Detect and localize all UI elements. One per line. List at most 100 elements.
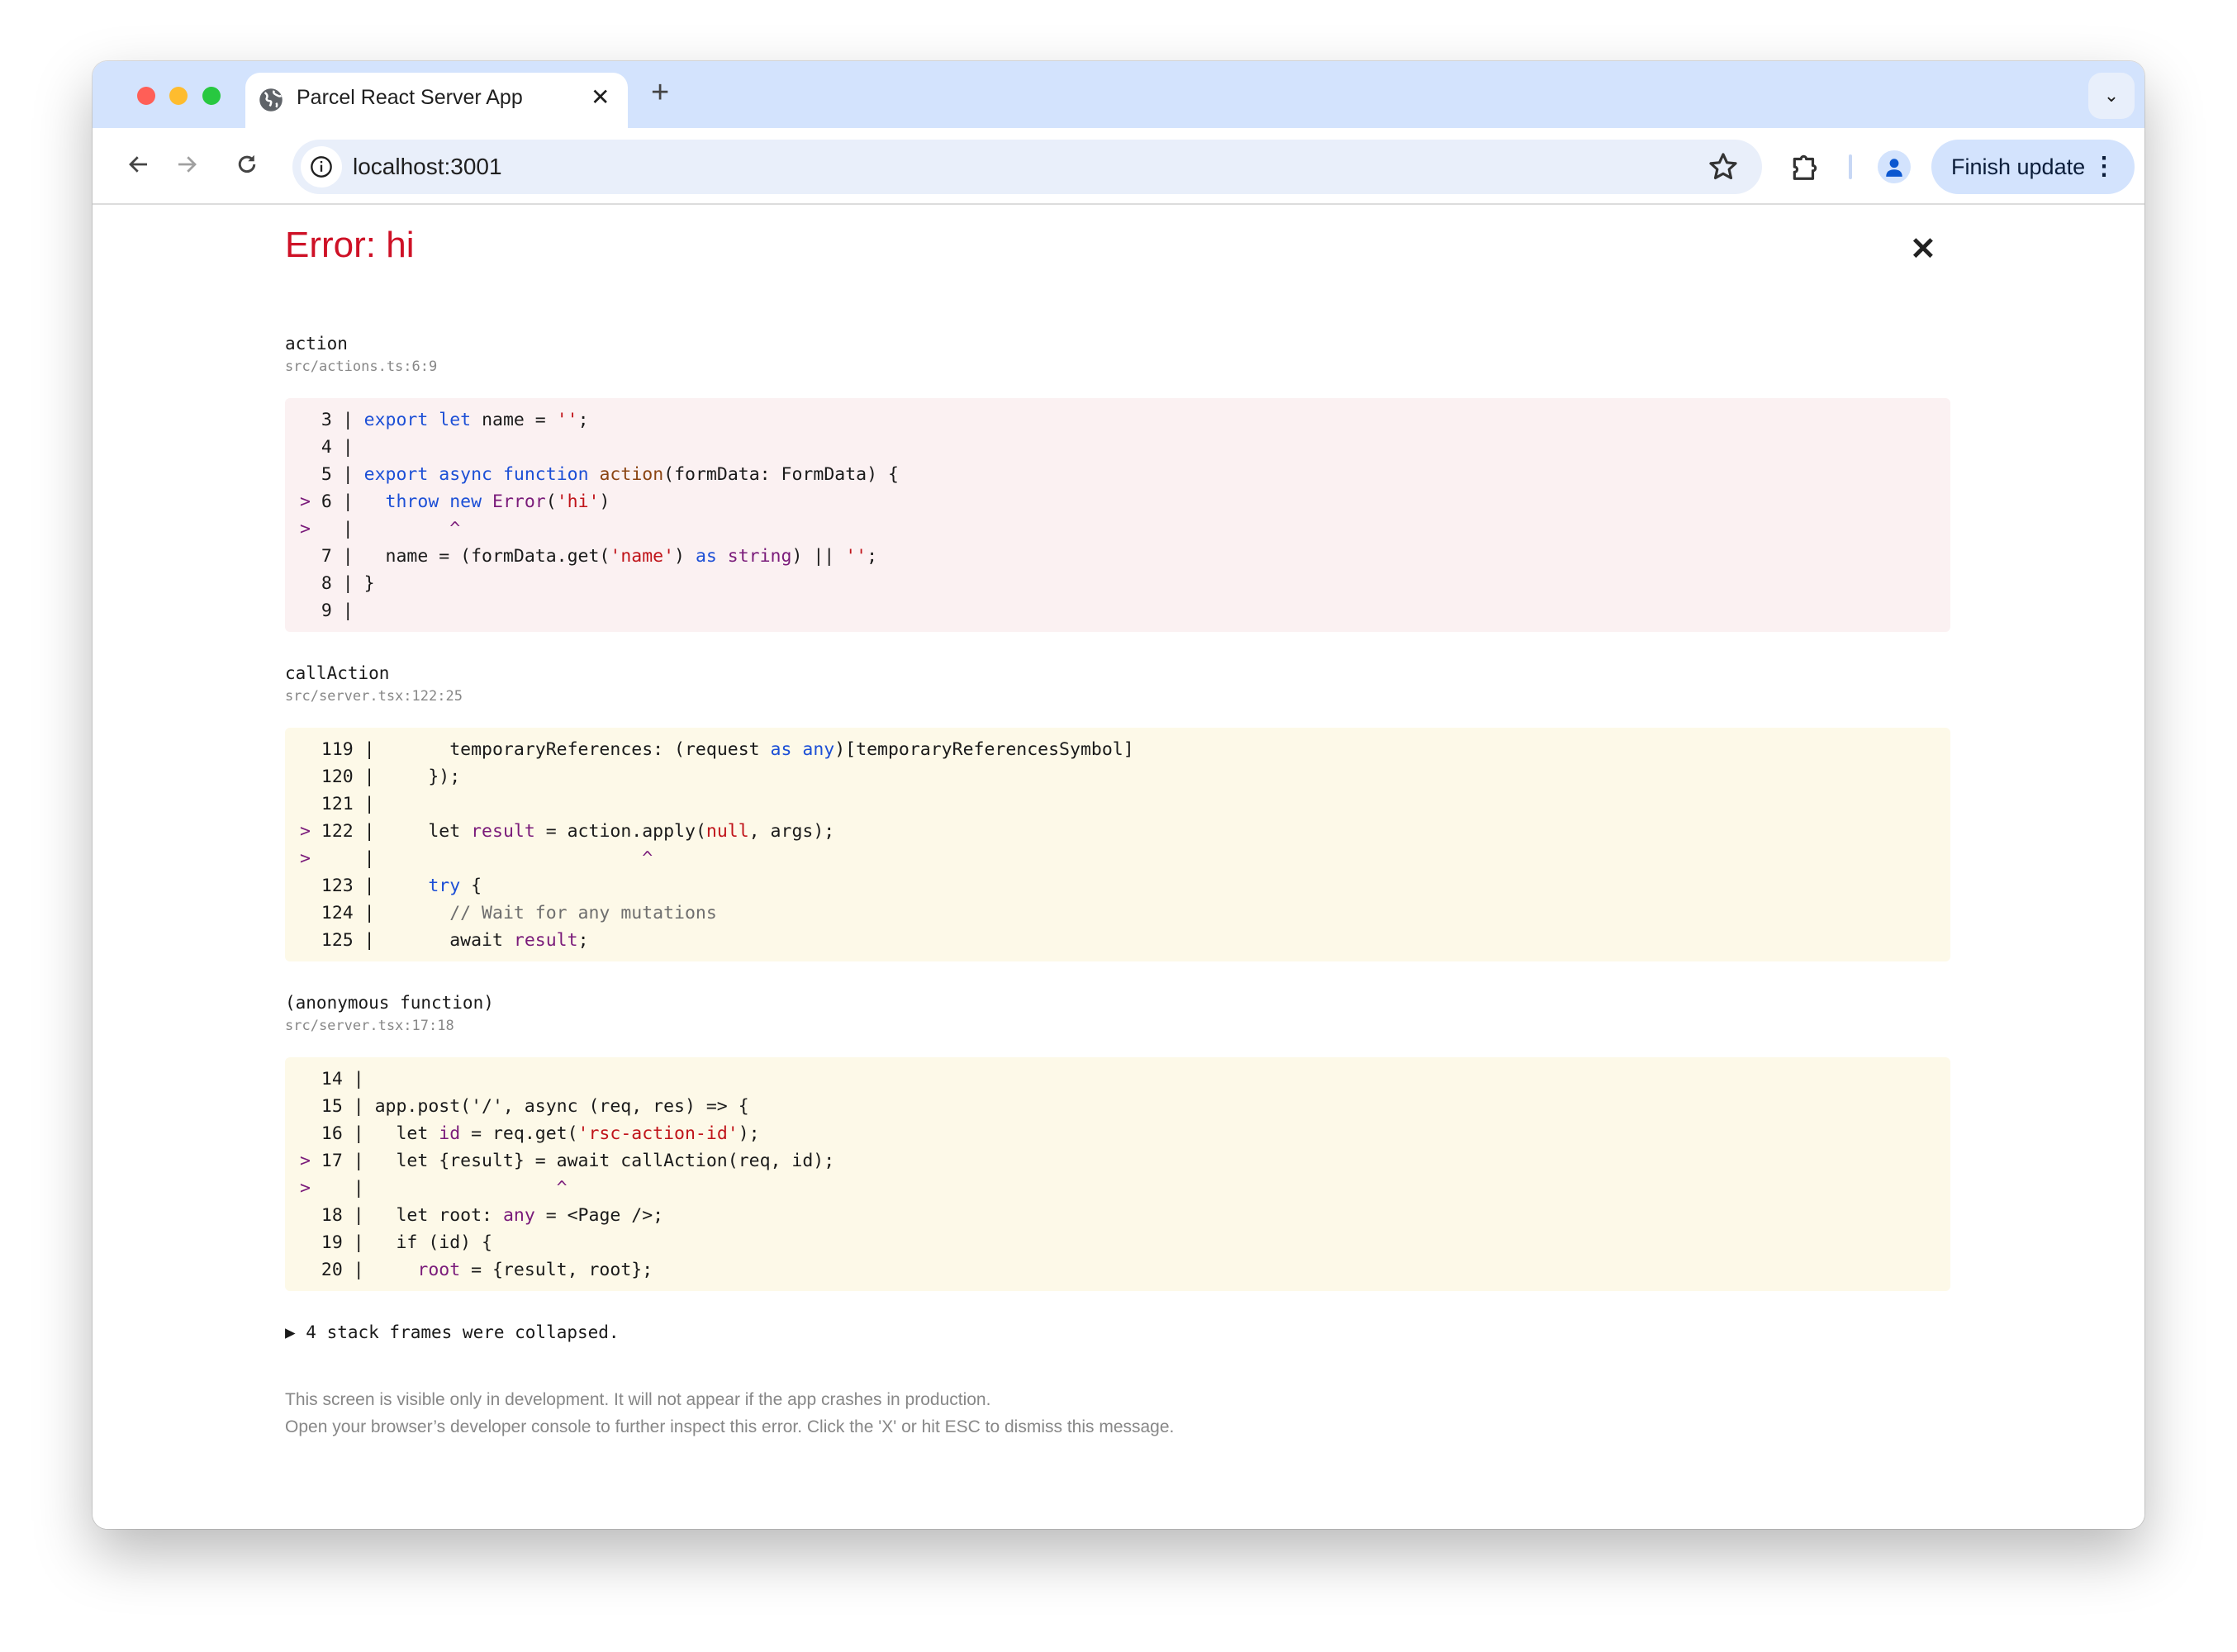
collapsed-frames-toggle[interactable]: ▶ 4 stack frames were collapsed. bbox=[285, 1320, 1950, 1345]
code-line: 8 | } bbox=[300, 570, 1937, 597]
gutter-separator: | bbox=[342, 1123, 375, 1144]
window-maximize-button[interactable] bbox=[202, 87, 221, 105]
profile-avatar-icon[interactable] bbox=[1878, 150, 1911, 183]
gutter-separator: | bbox=[342, 1096, 375, 1117]
error-overlay: Error: hi ✕ action src/actions.ts:6:9 3 | … bbox=[93, 205, 2144, 1529]
finish-update-button[interactable]: Finish update ⋮ bbox=[1931, 140, 2135, 194]
back-arrow-icon[interactable] bbox=[121, 146, 157, 183]
line-number: 3 bbox=[321, 410, 332, 430]
stack-frames: action src/actions.ts:6:9 3 | export let n… bbox=[285, 331, 1950, 1291]
new-tab-button[interactable]: + bbox=[651, 68, 669, 117]
line-number: 8 bbox=[321, 573, 332, 594]
code-line: >122 | let result = action.apply(null, a… bbox=[300, 818, 1937, 845]
code-line: 19 | if (id) { bbox=[300, 1229, 1937, 1256]
code-token: 'hi' bbox=[556, 491, 600, 512]
stack-frame: action src/actions.ts:6:9 3 | export let n… bbox=[285, 331, 1950, 632]
line-number: 14 bbox=[321, 1069, 343, 1089]
tab-bar: Parcel React Server App ✕ + ⌄ bbox=[93, 61, 2144, 128]
frame-file-location[interactable]: src/actions.ts:6:9 bbox=[285, 356, 1950, 377]
code-token: let bbox=[385, 821, 472, 842]
toolbar-divider bbox=[1849, 154, 1852, 179]
frame-file-location[interactable]: src/server.tsx:122:25 bbox=[285, 686, 1950, 707]
code-token: ; bbox=[577, 410, 589, 430]
code-token: ^ bbox=[385, 848, 653, 869]
reload-icon[interactable] bbox=[229, 146, 265, 183]
code-token: name = bbox=[471, 410, 557, 430]
code-token: ); bbox=[738, 1123, 760, 1144]
bookmark-star-icon[interactable] bbox=[1707, 151, 1739, 183]
address-bar[interactable]: localhost:3001 bbox=[292, 140, 1762, 194]
line-number: 4 bbox=[321, 437, 332, 458]
code-token: root bbox=[417, 1260, 461, 1280]
code-token: any bbox=[502, 1205, 535, 1226]
code-line: 120 | }); bbox=[300, 763, 1937, 790]
toolbar: localhost:3001 Finish update ⋮ bbox=[93, 128, 2144, 205]
code-token: null bbox=[705, 821, 749, 842]
code-token: = {result, root}; bbox=[460, 1260, 653, 1280]
code-token: ^ bbox=[363, 519, 461, 539]
code-token: ; bbox=[577, 930, 589, 951]
line-number: 6 bbox=[321, 491, 332, 512]
frame-function-name: (anonymous function) bbox=[285, 993, 494, 1013]
error-line-marker: > bbox=[300, 491, 311, 512]
gutter-separator: | bbox=[342, 1232, 375, 1253]
code-token: ; bbox=[867, 546, 878, 567]
line-number: 125 bbox=[321, 930, 354, 951]
frame-file-location[interactable]: src/server.tsx:17:18 bbox=[285, 1015, 1950, 1037]
tab-active[interactable]: Parcel React Server App ✕ bbox=[245, 73, 628, 128]
stack-frame: (anonymous function) src/server.tsx:17:18… bbox=[285, 990, 1950, 1291]
gutter-separator: | bbox=[353, 848, 386, 869]
line-number: 18 bbox=[321, 1205, 343, 1226]
line-number: 17 bbox=[321, 1151, 343, 1171]
code-token: }); bbox=[385, 767, 461, 787]
code-token: Error bbox=[492, 491, 546, 512]
code-token: await bbox=[385, 930, 514, 951]
code-line: > | ^ bbox=[300, 845, 1937, 872]
code-token: throw bbox=[385, 491, 439, 512]
line-number: 15 bbox=[321, 1096, 343, 1117]
code-line: 125 | await result; bbox=[300, 927, 1937, 954]
gutter-separator: | bbox=[353, 876, 386, 896]
window-close-button[interactable] bbox=[137, 87, 155, 105]
code-token: any bbox=[802, 739, 835, 760]
gutter-separator: | bbox=[342, 1178, 375, 1199]
code-line: 124 | // Wait for any mutations bbox=[300, 900, 1937, 927]
code-line: 5 | export async function action(formDat… bbox=[300, 461, 1937, 488]
code-line: 4 | bbox=[300, 434, 1937, 461]
gutter-separator: | bbox=[331, 601, 364, 621]
forward-arrow-icon[interactable] bbox=[169, 146, 205, 183]
code-token: if (id) { bbox=[374, 1232, 492, 1253]
more-vertical-icon[interactable]: ⋮ bbox=[2092, 140, 2116, 194]
line-number: 9 bbox=[321, 601, 332, 621]
code-token: )[temporaryReferencesSymbol] bbox=[834, 739, 1134, 760]
globe-icon bbox=[259, 88, 283, 112]
gutter-separator: | bbox=[331, 437, 364, 458]
tab-close-icon[interactable]: ✕ bbox=[591, 73, 610, 122]
code-token: // Wait for any mutations bbox=[449, 903, 717, 923]
code-token: function bbox=[502, 464, 589, 485]
url-text[interactable]: localhost:3001 bbox=[353, 140, 502, 194]
close-overlay-icon[interactable]: ✕ bbox=[1910, 233, 1936, 266]
gutter-separator: | bbox=[331, 464, 364, 485]
site-info-icon[interactable] bbox=[301, 146, 342, 188]
code-token: let bbox=[374, 1123, 439, 1144]
code-token: ^ bbox=[374, 1178, 568, 1199]
window-minimize-button[interactable] bbox=[169, 87, 188, 105]
code-token: new bbox=[449, 491, 482, 512]
code-token: result bbox=[513, 930, 578, 951]
tab-search-chevron-icon[interactable]: ⌄ bbox=[2088, 73, 2135, 119]
gutter-separator: | bbox=[353, 739, 386, 760]
line-number: 122 bbox=[321, 821, 354, 842]
code-token: app.post('/', async (req, res) => { bbox=[374, 1096, 749, 1117]
code-token: ) bbox=[599, 491, 610, 512]
code-token: '' bbox=[845, 546, 867, 567]
extensions-puzzle-icon[interactable] bbox=[1789, 151, 1821, 183]
error-line-marker: > bbox=[300, 519, 311, 539]
code-token: ) || bbox=[791, 546, 846, 567]
gutter-separator: | bbox=[353, 794, 386, 814]
code-line: > | ^ bbox=[300, 515, 1937, 543]
code-token: , args); bbox=[748, 821, 835, 842]
